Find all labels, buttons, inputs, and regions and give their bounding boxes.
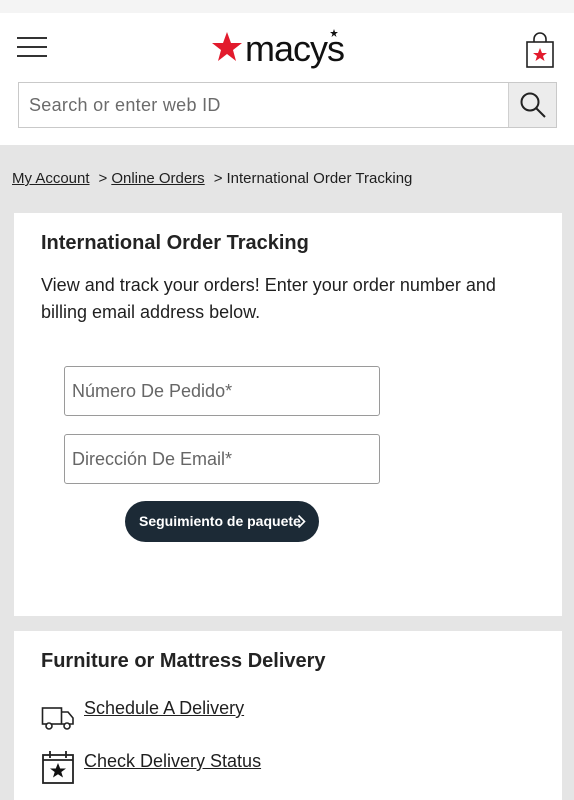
- breadcrumb-online-orders[interactable]: Online Orders: [111, 170, 204, 187]
- schedule-delivery-link[interactable]: Schedule A Delivery: [84, 698, 244, 719]
- chevron-right-icon: [297, 514, 306, 529]
- check-delivery-status-link[interactable]: Check Delivery Status: [84, 751, 261, 772]
- shopping-bag-icon[interactable]: [524, 31, 556, 69]
- star-logo-icon: [212, 32, 242, 61]
- breadcrumb-separator: >: [98, 170, 108, 187]
- search-bar: [18, 82, 557, 128]
- order-number-field[interactable]: [64, 366, 380, 416]
- breadcrumb-my-account[interactable]: My Account: [12, 170, 90, 187]
- page-title: International Order Tracking: [41, 232, 309, 254]
- calendar-star-icon: [42, 751, 74, 784]
- breadcrumb-current: International Order Tracking: [226, 170, 413, 187]
- furniture-delivery-card: Furniture or Mattress Delivery Schedule …: [14, 631, 562, 800]
- hamburger-menu-icon[interactable]: [17, 37, 47, 59]
- search-input[interactable]: [19, 83, 509, 127]
- macys-logo[interactable]: macys: [211, 29, 347, 69]
- top-strip: [0, 0, 574, 13]
- tracking-description: View and track your orders! Enter your o…: [41, 275, 496, 322]
- site-header: macys: [0, 13, 574, 145]
- search-icon: [520, 92, 546, 118]
- check-delivery-row: Check Delivery Status: [41, 749, 441, 785]
- track-package-label: Seguimiento de paquete: [139, 513, 301, 529]
- order-tracking-card: International Order Tracking View and tr…: [14, 213, 562, 616]
- breadcrumb: My Account > Online Orders > International O…: [12, 170, 412, 187]
- search-button[interactable]: [508, 83, 556, 127]
- track-package-button[interactable]: Seguimiento de paquete: [125, 501, 319, 542]
- breadcrumb-separator: >: [213, 170, 223, 187]
- email-field[interactable]: [64, 434, 380, 484]
- delivery-title: Furniture or Mattress Delivery: [41, 650, 326, 672]
- apostrophe-star-icon: [330, 29, 338, 37]
- delivery-truck-icon: [41, 707, 74, 730]
- schedule-delivery-row: Schedule A Delivery: [41, 698, 441, 734]
